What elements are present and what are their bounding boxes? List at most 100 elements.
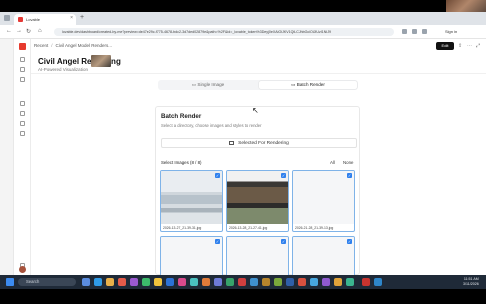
user-nav-icon[interactable] (20, 121, 25, 126)
taskbar: Search 11:51 AM 3/11/2026 (0, 275, 486, 289)
tab-batch-render[interactable]: ▭ Batch Render (259, 81, 357, 89)
image-card[interactable]: ✓ 2026-13-28_21-27-41.jpg (226, 170, 289, 232)
tab-menu-icon[interactable] (4, 15, 10, 21)
browser-window: Lovable × + ← → ↻ ⌂ lovable.dev/dashboar… (0, 12, 486, 275)
image-card[interactable]: ✓ (292, 236, 355, 275)
edge-icon[interactable] (94, 278, 102, 286)
image-card[interactable]: ✓ (226, 236, 289, 275)
app-icon[interactable] (322, 278, 330, 286)
preview-thumbnail (91, 55, 111, 67)
breadcrumb-separator: / (51, 43, 53, 48)
app-icon[interactable] (298, 278, 306, 286)
image-caption: 2026-21-28_21-39-13.jpg (295, 226, 334, 230)
panel-description: Select a directory, choose images and st… (161, 123, 262, 128)
reload-icon[interactable]: ↻ (26, 28, 31, 35)
app-icon[interactable] (262, 278, 270, 286)
checkbox-checked-icon[interactable]: ✓ (347, 173, 352, 178)
clock-date: 3/11/2026 (463, 282, 479, 286)
checkbox-checked-icon[interactable]: ✓ (281, 173, 286, 178)
home-icon[interactable]: ⌂ (38, 28, 42, 34)
app-icon[interactable] (346, 278, 354, 286)
new-tab-button[interactable]: + (80, 14, 84, 21)
grid-nav-icon[interactable] (20, 101, 25, 106)
checkbox-checked-icon[interactable]: ✓ (215, 239, 220, 244)
tab-single-image[interactable]: ▭ Single Image (159, 81, 257, 89)
app-icon[interactable] (226, 278, 234, 286)
expand-icon[interactable]: ⤢ (476, 43, 480, 49)
image-caption: 2026-13-28_21-27-41.jpg (229, 226, 268, 230)
image-card[interactable]: ✓ (160, 236, 223, 275)
render-thumbnail (293, 237, 354, 275)
divider (31, 73, 486, 74)
back-icon[interactable]: ← (6, 28, 12, 34)
url-bar[interactable]: lovable.dev/dashboard/created-by-me?prev… (54, 28, 394, 36)
globe-nav-icon[interactable] (20, 77, 25, 82)
tab-title: Lovable (26, 17, 41, 22)
system-clock[interactable]: 11:51 AM 3/11/2026 (463, 277, 479, 287)
app-rail (14, 39, 31, 275)
extension-icon[interactable] (412, 29, 417, 34)
app-icon[interactable] (118, 278, 126, 286)
app-icon[interactable] (334, 278, 342, 286)
checkbox-checked-icon[interactable]: ✓ (215, 173, 220, 178)
render-thumbnail (161, 171, 222, 224)
app-icon[interactable] (274, 278, 282, 286)
app-icon[interactable] (250, 278, 258, 286)
image-card[interactable]: ✓ 2026-13-27_21-39-31.jpg (160, 170, 223, 232)
breadcrumb-recent[interactable]: Recent (34, 43, 48, 48)
app-icon[interactable] (202, 278, 210, 286)
home-nav-icon[interactable] (20, 57, 25, 62)
explorer-icon[interactable] (106, 278, 114, 286)
address-row: ← → ↻ ⌂ lovable.dev/dashboard/created-by… (0, 25, 486, 39)
image-card[interactable]: ✓ 2026-21-28_21-39-13.jpg (292, 170, 355, 232)
tab-label: Batch Render (296, 82, 325, 87)
app-icon[interactable] (374, 278, 382, 286)
render-thumbnail (293, 171, 354, 224)
close-tab-icon[interactable]: × (70, 15, 73, 21)
task-view-icon[interactable] (82, 278, 90, 286)
more-icon[interactable]: ⋯ (467, 43, 472, 49)
chrome-icon[interactable] (154, 278, 162, 286)
browser-sidebar (0, 39, 14, 275)
tab-strip: Lovable × + (0, 12, 486, 25)
checkbox-checked-icon[interactable]: ✓ (347, 239, 352, 244)
sign-in-button[interactable]: Sign in (445, 29, 457, 34)
select-none-button[interactable]: None (343, 160, 354, 165)
app-icon[interactable] (286, 278, 294, 286)
favicon-icon (18, 17, 23, 22)
users-nav-icon[interactable] (20, 131, 25, 136)
edit-button[interactable]: Edit (436, 42, 454, 50)
browser-tab[interactable]: Lovable × (14, 14, 76, 25)
share-icon[interactable]: ⇪ (458, 43, 462, 49)
page-subtitle: AI-Powered Visualization (38, 67, 88, 72)
app-icon[interactable] (178, 278, 186, 286)
app-icon[interactable] (166, 278, 174, 286)
star-nav-icon[interactable] (20, 111, 25, 116)
app-icon[interactable] (142, 278, 150, 286)
app-icon[interactable] (362, 278, 370, 286)
checkbox-checked-icon[interactable]: ✓ (281, 239, 286, 244)
app-icon[interactable] (238, 278, 246, 286)
windows-start-icon[interactable] (6, 278, 14, 286)
extension-icon[interactable] (402, 29, 407, 34)
render-thumbnail (227, 171, 288, 224)
lovable-logo[interactable] (19, 43, 26, 50)
screen: Lovable × + ← → ↻ ⌂ lovable.dev/dashboar… (0, 0, 486, 304)
extension-icon[interactable] (422, 29, 427, 34)
app-icon[interactable] (130, 278, 138, 286)
avatar[interactable] (19, 266, 26, 273)
app-icon[interactable] (310, 278, 318, 286)
forward-icon[interactable]: → (16, 28, 22, 34)
taskbar-search[interactable]: Search (18, 278, 76, 286)
breadcrumb: Recent / Civil Angel Model Renders... (34, 43, 112, 48)
app-icon[interactable] (214, 278, 222, 286)
mouse-cursor-icon: ↖ (252, 106, 259, 115)
selected-for-rendering-button[interactable]: Selected For Rendering (161, 138, 357, 148)
panel-title: Batch Render (161, 113, 202, 120)
breadcrumb-project[interactable]: Civil Angel Model Renders... (56, 43, 113, 48)
batch-panel: Batch Render Select a directory, choose … (155, 106, 360, 275)
select-all-button[interactable]: All (330, 160, 335, 165)
search-nav-icon[interactable] (20, 67, 25, 72)
app-icon[interactable] (190, 278, 198, 286)
render-thumbnail (227, 237, 288, 275)
